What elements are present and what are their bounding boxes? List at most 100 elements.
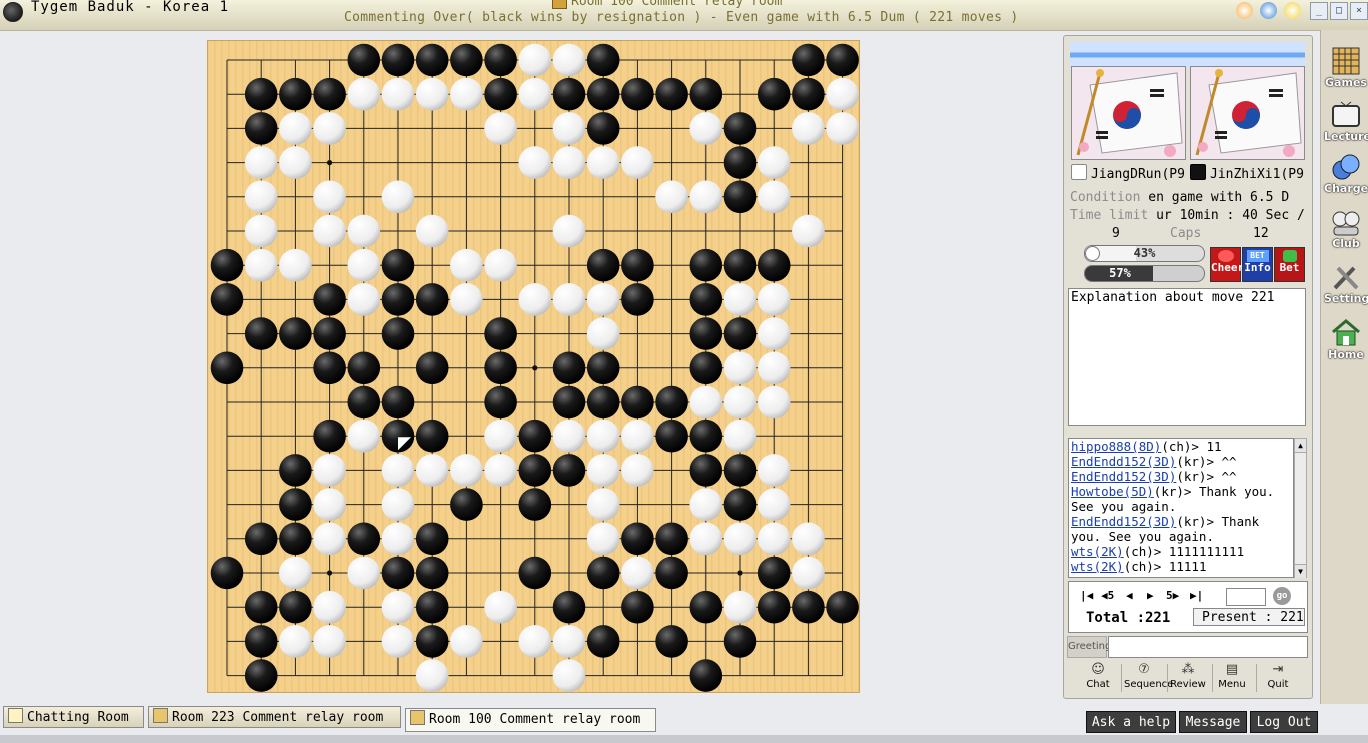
condition-row: Condition en game with 6.5 D <box>1070 190 1306 206</box>
black-stone <box>723 180 757 214</box>
black-stone <box>689 454 723 487</box>
white-stone <box>552 625 586 658</box>
black-stone <box>279 317 312 350</box>
move-explanation-box[interactable]: Explanation about move 221 <box>1068 288 1306 426</box>
message-button[interactable]: Message <box>1179 711 1247 733</box>
chat-log[interactable]: hippo888(8D)(ch)> 11 EndEndd152(3D)(kr)> … <box>1068 438 1294 578</box>
menu-tool-label: Menu <box>1218 679 1246 690</box>
black-stone <box>792 43 825 77</box>
white-stone <box>518 77 552 111</box>
black-stone <box>655 385 688 419</box>
scroll-up-arrow[interactable]: ▲ <box>1295 439 1306 453</box>
lecture-button[interactable]: Lecture <box>1324 100 1368 148</box>
minimize-button[interactable]: _ <box>1310 2 1328 20</box>
white-stone <box>279 112 312 145</box>
white-stone <box>313 180 346 214</box>
ask-help-button[interactable]: Ask a help <box>1086 711 1176 733</box>
people-icon <box>1332 211 1360 236</box>
search-icon[interactable] <box>1260 2 1277 19</box>
charge-button[interactable]: Charge <box>1324 152 1368 200</box>
chat-scrollbar[interactable]: ▲ ▼ <box>1294 438 1307 578</box>
games-button[interactable]: Games <box>1324 46 1368 94</box>
black-stone <box>826 43 859 77</box>
black-support-text: 57% <box>1109 266 1131 280</box>
last-move-button[interactable]: ▶| <box>1190 589 1203 602</box>
scroll-down-arrow[interactable]: ▼ <box>1295 564 1306 578</box>
main-sidebar: Games Lecture Charge Club Setting Home <box>1320 30 1368 713</box>
cheer-button[interactable]: Cheer <box>1210 247 1244 282</box>
palette-icon[interactable] <box>1236 2 1253 19</box>
maximize-button[interactable]: □ <box>1330 2 1348 20</box>
black-player-name[interactable]: JinZhiXi1(P9 <box>1190 164 1306 182</box>
title-bar: Tygem Baduk - Korea 1 Room 100 Comment r… <box>0 0 1368 31</box>
white-stone <box>381 180 415 214</box>
white-stone <box>723 283 757 316</box>
first-move-button[interactable]: |◀ <box>1080 589 1093 602</box>
app-title: Tygem Baduk - Korea 1 <box>31 0 230 15</box>
white-player-name[interactable]: JiangDRun(P9 <box>1071 164 1184 182</box>
quit-tool-button[interactable]: ⇥ Quit <box>1258 662 1298 694</box>
go-board[interactable] <box>207 40 860 693</box>
info-button[interactable]: BET Info <box>1242 247 1273 282</box>
tab-room-100[interactable]: Room 100 Comment relay room <box>405 708 656 732</box>
star-point <box>532 365 538 371</box>
fwd-5-button[interactable]: 5▶ <box>1166 589 1179 602</box>
white-stone <box>552 283 586 316</box>
menu-tool-button[interactable]: ▤ Menu <box>1212 662 1252 694</box>
greeting-label: Greeting <box>1067 636 1111 658</box>
close-button[interactable]: × <box>1350 2 1368 20</box>
white-stone <box>621 146 654 179</box>
chat-username-link[interactable]: wts(2K) <box>1071 559 1124 574</box>
white-stone <box>826 77 859 111</box>
home-button[interactable]: Home <box>1324 318 1368 366</box>
black-stone <box>586 385 620 419</box>
chat-message: wts(2K)(ch)> 1111111111 <box>1071 544 1291 559</box>
white-stone <box>586 419 620 453</box>
white-stone <box>586 454 620 487</box>
next-move-button[interactable]: ▶ <box>1147 589 1154 602</box>
white-stone <box>552 43 586 77</box>
sequence-tool-button[interactable]: ⑦ Sequence <box>1124 662 1173 694</box>
greeting-input[interactable] <box>1108 636 1308 658</box>
tools-icon <box>1333 266 1359 290</box>
chat-tool-button[interactable]: ☺ Chat <box>1078 662 1118 694</box>
help-bulb-icon[interactable] <box>1284 2 1301 19</box>
black-stone <box>586 351 620 385</box>
review-tool-button[interactable]: ⁂ Review <box>1168 662 1208 694</box>
chat-username-link[interactable]: EndEndd152(3D) <box>1071 514 1176 529</box>
white-stone <box>757 385 791 419</box>
chat-username-link[interactable]: Howtobe(5D) <box>1071 484 1154 499</box>
white-stone <box>757 146 791 179</box>
go-button[interactable]: go <box>1273 587 1291 605</box>
black-stone <box>621 283 654 316</box>
chat-username-link[interactable]: EndEndd152(3D) <box>1071 469 1176 484</box>
board-grid[interactable] <box>207 40 860 693</box>
tab-room-223[interactable]: Room 223 Comment relay room <box>148 706 401 728</box>
room-title-text: Room 100 Comment relay room <box>571 0 783 9</box>
bet-button[interactable]: Bet <box>1274 247 1305 282</box>
black-stone <box>757 590 791 624</box>
black-stone <box>210 248 244 282</box>
chat-username-link[interactable]: wts(2K) <box>1071 544 1124 559</box>
white-stone <box>415 214 449 248</box>
white-stone <box>586 488 620 521</box>
sequence-tool-label: Sequence <box>1124 679 1174 690</box>
white-stone <box>381 625 415 658</box>
black-caps: 12 <box>1253 226 1269 241</box>
white-stone <box>552 112 586 145</box>
white-stone <box>792 522 825 556</box>
white-stone <box>484 112 517 145</box>
prev-move-button[interactable]: ◀ <box>1126 589 1133 602</box>
tv-icon <box>1332 101 1360 127</box>
black-stone <box>655 77 688 111</box>
tab-chatting-room[interactable]: Chatting Room <box>3 706 144 728</box>
chat-username-link[interactable]: EndEndd152(3D) <box>1071 454 1176 469</box>
club-button[interactable]: Club <box>1324 207 1368 255</box>
chat-username-link[interactable]: hippo888(8D) <box>1071 439 1161 454</box>
setting-button[interactable]: Setting <box>1324 262 1368 310</box>
back-5-button[interactable]: ◀5 <box>1101 589 1114 602</box>
white-stone <box>244 146 278 179</box>
move-number-input[interactable] <box>1226 588 1266 606</box>
logout-button[interactable]: Log Out <box>1250 711 1318 733</box>
black-stone <box>552 385 586 419</box>
